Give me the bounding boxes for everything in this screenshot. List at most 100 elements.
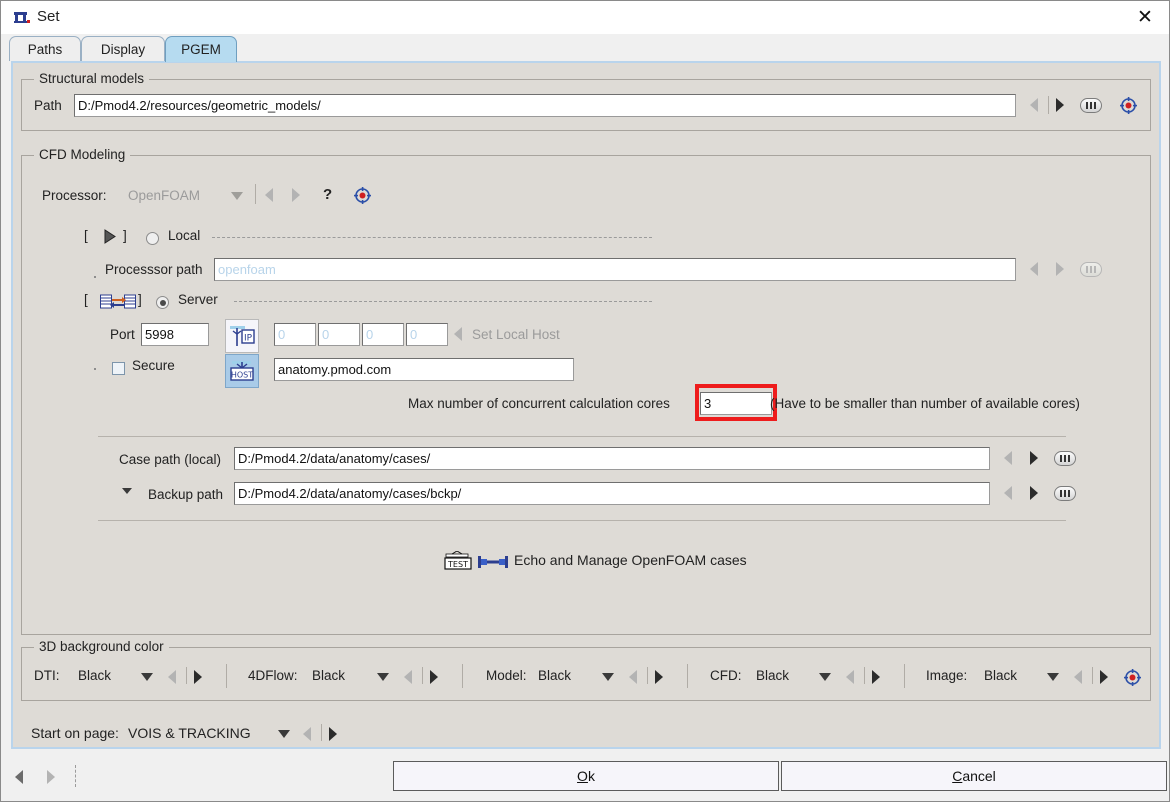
server-bracket-close: ] bbox=[138, 292, 142, 307]
divider bbox=[687, 664, 688, 688]
tab-paths[interactable]: Paths bbox=[9, 36, 81, 61]
local-run-icon[interactable] bbox=[103, 229, 117, 247]
divider bbox=[864, 667, 865, 684]
4dflow-dropdown-caret-icon[interactable] bbox=[377, 673, 390, 681]
backup-path-prev-icon[interactable] bbox=[1004, 486, 1014, 500]
case-path-prev-icon[interactable] bbox=[1004, 451, 1014, 465]
close-icon[interactable]: ✕ bbox=[1121, 1, 1169, 33]
cfd-modeling-group: CFD Modeling Processor: OpenFOAM ? [] L… bbox=[21, 147, 1151, 635]
structural-path-settings-icon[interactable] bbox=[1120, 97, 1137, 114]
cfd-dropdown-caret-icon[interactable] bbox=[819, 673, 832, 681]
pmod-logo-icon bbox=[13, 10, 31, 26]
case-path-browse-icon[interactable] bbox=[1054, 451, 1076, 466]
host-input[interactable]: anatomy.pmod.com bbox=[274, 358, 574, 381]
structural-path-browse-icon[interactable] bbox=[1080, 98, 1102, 113]
model-next-icon[interactable] bbox=[655, 670, 665, 684]
image-dropdown-caret-icon[interactable] bbox=[1047, 673, 1060, 681]
start-on-page-next-icon[interactable] bbox=[329, 727, 339, 741]
backup-path-next-icon[interactable] bbox=[1030, 486, 1040, 500]
ip-octet-3[interactable]: 0 bbox=[362, 323, 404, 346]
backup-path-expand-caret-icon[interactable] bbox=[122, 488, 135, 496]
server-radio-label[interactable]: Server bbox=[178, 292, 218, 307]
cores-input[interactable]: 3 bbox=[700, 392, 772, 415]
structural-path-input[interactable]: D:/Pmod4.2/resources/geometric_models/ bbox=[74, 94, 1016, 117]
dti-dropdown-caret-icon[interactable] bbox=[141, 673, 154, 681]
case-path-next-icon[interactable] bbox=[1030, 451, 1040, 465]
ok-button[interactable]: Ok bbox=[393, 761, 779, 791]
start-on-page-prev-icon[interactable] bbox=[303, 727, 313, 741]
backup-path-label: Backup path bbox=[148, 487, 224, 502]
dti-prev-icon[interactable] bbox=[168, 670, 178, 684]
case-path-input[interactable]: D:/Pmod4.2/data/anatomy/cases/ bbox=[234, 447, 990, 470]
processor-dropdown-caret-icon[interactable] bbox=[231, 192, 244, 200]
image-prev-icon[interactable] bbox=[1074, 670, 1084, 684]
window-title: Set bbox=[37, 8, 60, 25]
structural-path-next-icon[interactable] bbox=[1056, 98, 1066, 112]
processor-path-prev-icon[interactable] bbox=[1030, 262, 1040, 276]
structural-path-prev-icon[interactable] bbox=[1030, 98, 1040, 112]
footer-next-icon[interactable] bbox=[47, 770, 57, 784]
tab-pgem[interactable]: PGEM bbox=[165, 36, 237, 62]
ip-octet-1[interactable]: 0 bbox=[274, 323, 316, 346]
secure-checkbox[interactable] bbox=[112, 362, 125, 375]
ip-icon[interactable]: IP bbox=[225, 319, 259, 353]
divider bbox=[186, 667, 187, 684]
structural-models-group: Structural models Path D:/Pmod4.2/resour… bbox=[21, 71, 1151, 131]
local-radio[interactable] bbox=[146, 232, 159, 245]
4dflow-label: 4DFlow: bbox=[248, 668, 298, 683]
model-dropdown-caret-icon[interactable] bbox=[602, 673, 615, 681]
cfd-prev-icon[interactable] bbox=[846, 670, 856, 684]
local-radio-label[interactable]: Local bbox=[168, 228, 200, 243]
image-value[interactable]: Black bbox=[984, 668, 1017, 683]
4dflow-prev-icon[interactable] bbox=[404, 670, 414, 684]
divider bbox=[321, 724, 322, 741]
footer-prev-icon[interactable] bbox=[15, 770, 25, 784]
processor-next-icon[interactable] bbox=[292, 188, 302, 202]
processor-path-input[interactable]: openfoam bbox=[214, 258, 1016, 281]
server-radio[interactable] bbox=[156, 296, 169, 309]
processor-path-next-icon[interactable] bbox=[1056, 262, 1066, 276]
server-network-icon[interactable] bbox=[100, 294, 136, 313]
cores-hint: (Have to be smaller than number of avail… bbox=[770, 396, 1080, 411]
start-on-page-value[interactable]: VOIS & TRACKING bbox=[128, 725, 251, 741]
model-value[interactable]: Black bbox=[538, 668, 571, 683]
set-local-host-prev-icon[interactable] bbox=[454, 327, 464, 341]
host-icon[interactable]: HOST bbox=[225, 354, 259, 388]
title-bar: Set ✕ bbox=[1, 1, 1169, 35]
test-icon[interactable]: TEST bbox=[444, 550, 474, 576]
processor-prev-icon[interactable] bbox=[265, 188, 275, 202]
echo-manage-label[interactable]: Echo and Manage OpenFOAM cases bbox=[514, 552, 747, 568]
dti-next-icon[interactable] bbox=[194, 670, 204, 684]
cancel-button[interactable]: Cancel bbox=[781, 761, 1167, 791]
svg-text:HOST: HOST bbox=[231, 371, 253, 380]
backup-path-browse-icon[interactable] bbox=[1054, 486, 1076, 501]
4dflow-value[interactable]: Black bbox=[312, 668, 345, 683]
start-on-page-dropdown-caret-icon[interactable] bbox=[278, 730, 291, 738]
4dflow-next-icon[interactable] bbox=[430, 670, 440, 684]
cfd-next-icon[interactable] bbox=[872, 670, 882, 684]
image-next-icon[interactable] bbox=[1100, 670, 1110, 684]
port-input[interactable]: 5998 bbox=[141, 323, 209, 346]
divider bbox=[212, 237, 652, 238]
backup-path-input[interactable]: D:/Pmod4.2/data/anatomy/cases/bckp/ bbox=[234, 482, 990, 505]
processor-value[interactable]: OpenFOAM bbox=[128, 188, 200, 203]
cfd-value[interactable]: Black bbox=[756, 668, 789, 683]
cfd-modeling-title: CFD Modeling bbox=[34, 147, 131, 162]
tab-display[interactable]: Display bbox=[81, 36, 165, 61]
divider bbox=[255, 184, 256, 204]
processor-help-icon[interactable]: ? bbox=[323, 186, 332, 203]
set-local-host-label[interactable]: Set Local Host bbox=[472, 327, 560, 342]
model-prev-icon[interactable] bbox=[629, 670, 639, 684]
divider bbox=[647, 667, 648, 684]
divider bbox=[904, 664, 905, 688]
background-color-settings-icon[interactable] bbox=[1124, 669, 1141, 686]
processor-settings-icon[interactable] bbox=[354, 187, 371, 204]
connector-icon[interactable] bbox=[478, 554, 508, 573]
ip-octet-4[interactable]: 0 bbox=[406, 323, 448, 346]
dti-value[interactable]: Black bbox=[78, 668, 111, 683]
image-label: Image: bbox=[926, 668, 968, 683]
server-bracket-open: [ bbox=[84, 292, 88, 307]
secure-label[interactable]: Secure bbox=[132, 358, 175, 373]
ip-octet-2[interactable]: 0 bbox=[318, 323, 360, 346]
processor-path-browse-icon[interactable] bbox=[1080, 262, 1102, 277]
